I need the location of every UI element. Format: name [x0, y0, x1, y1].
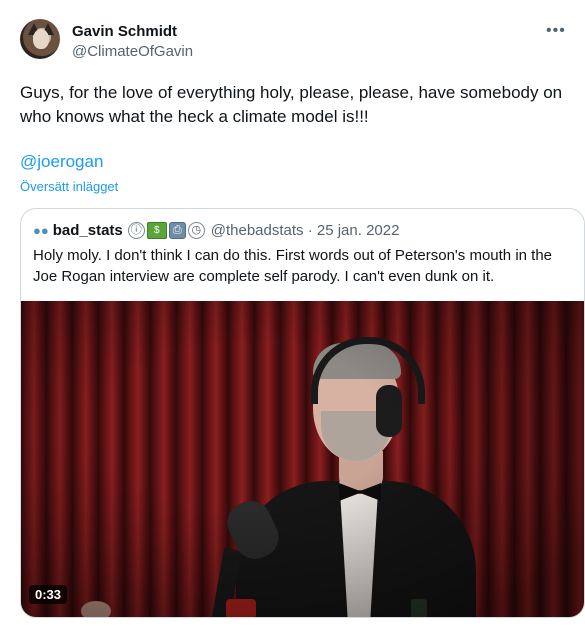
author-avatar[interactable]	[20, 19, 60, 59]
quoted-tweet-header: ●● bad_stats ⓘ $ ⎙ ◷ @thebadstats · 25 j…	[33, 222, 399, 239]
author-name[interactable]: Gavin Schmidt	[72, 23, 177, 40]
video-duration-badge: 0:33	[29, 585, 68, 604]
clock-icon: ◷	[187, 222, 205, 239]
video-player[interactable]: 0:33	[21, 301, 584, 617]
quoted-author-avatar-icon: ●●	[33, 223, 49, 238]
quoted-tweet-text: Holy moly. I don't think I can do this. …	[33, 247, 553, 285]
info-icon: ⓘ	[127, 222, 145, 239]
more-options-icon[interactable]: •••	[546, 22, 566, 40]
tweet-text: Guys, for the love of everything holy, p…	[20, 83, 563, 126]
money-icon: $	[146, 222, 167, 239]
quoted-tweet[interactable]: ●● bad_stats ⓘ $ ⎙ ◷ @thebadstats · 25 j…	[20, 208, 585, 618]
quoted-author-handle-date[interactable]: @thebadstats · 25 jan. 2022	[211, 222, 400, 239]
translate-link[interactable]: Översätt inlägget	[20, 179, 118, 194]
mention-link[interactable]: @joerogan	[20, 152, 103, 172]
author-handle[interactable]: @ClimateOfGavin	[72, 43, 193, 60]
quoted-author-name[interactable]: bad_stats	[53, 222, 123, 239]
printer-icon: ⎙	[168, 222, 186, 239]
